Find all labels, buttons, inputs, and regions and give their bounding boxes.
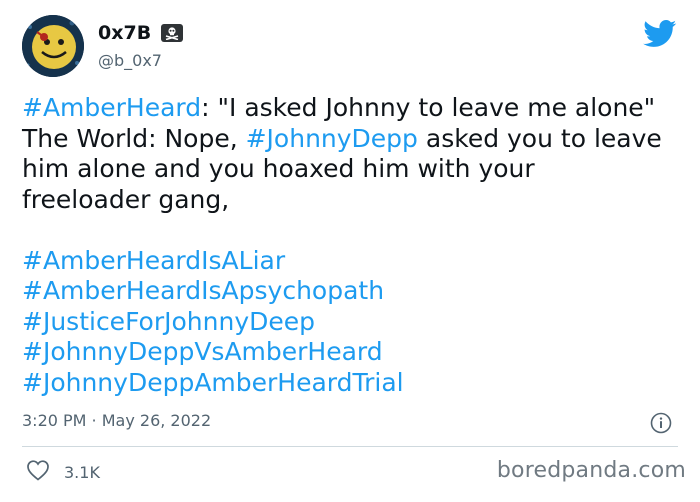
tweet-line: The World: Nope, #JohnnyDepp asked you t… (22, 124, 682, 155)
tweet-text-segment: : "I asked Johnny to leave me alone" (201, 93, 656, 122)
avatar-image (22, 15, 84, 77)
hashtag-link[interactable]: #JohnnyDeppAmberHeardTrial (22, 368, 682, 399)
skull-crossbones-icon (161, 24, 184, 42)
twitter-bird-icon[interactable] (643, 20, 677, 48)
display-name[interactable]: 0x7B (98, 22, 151, 44)
tweet-line: him alone and you hoaxed him with your (22, 154, 535, 183)
like-button[interactable]: 3.1K (26, 459, 100, 485)
user-handle[interactable]: @b_0x7 (98, 51, 162, 70)
hashtag-link[interactable]: #AmberHeardIsALiar (22, 246, 682, 277)
hashtag-link[interactable]: #JohnnyDeppVsAmberHeard (22, 337, 682, 368)
tweet-text-segment: asked you to leave (417, 123, 662, 153)
display-name-row[interactable]: 0x7B (98, 22, 184, 44)
hashtag-link[interactable]: #JusticeForJohnnyDeep (22, 307, 682, 338)
avatar[interactable] (22, 15, 84, 77)
tweet-line: freeloader gang, (22, 184, 230, 214)
hashtag-link[interactable]: #AmberHeard (22, 93, 201, 122)
tweet-text-segment: The World: Nope, (22, 123, 246, 153)
hashtag-link[interactable]: #JohnnyDepp (246, 124, 418, 153)
tweet-text: #AmberHeard: "I asked Johnny to leave me… (22, 93, 682, 398)
heart-icon (26, 459, 50, 485)
tweet-timestamp[interactable]: 3:20 PM · May 26, 2022 (22, 411, 211, 430)
like-count: 3.1K (64, 462, 100, 482)
hashtag-link[interactable]: #AmberHeardIsApsychopath (22, 276, 682, 307)
tweet-line: #AmberHeard: "I asked Johnny to leave me… (22, 93, 682, 124)
paragraph-break (22, 215, 682, 246)
watermark: boredpanda.com (496, 458, 686, 483)
info-icon[interactable] (650, 412, 672, 434)
divider (22, 446, 678, 447)
